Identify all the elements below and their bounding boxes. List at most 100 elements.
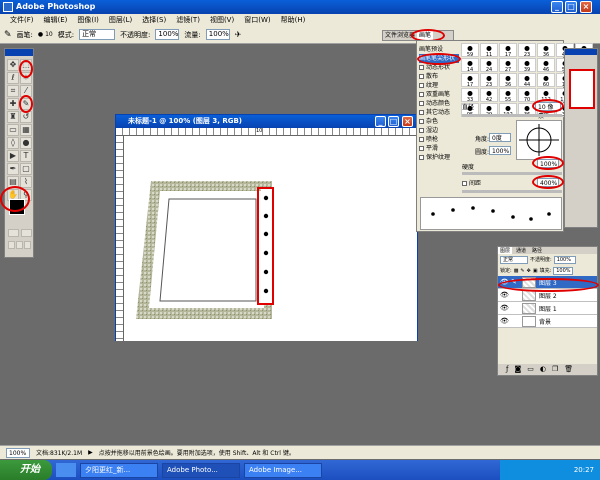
tab-paths[interactable]: 路径 — [530, 247, 544, 254]
brush-tip-cell[interactable]: 46 — [537, 58, 555, 73]
doc-minimize-button[interactable]: _ — [375, 116, 386, 127]
minimize-button[interactable]: _ — [551, 1, 563, 13]
checkbox-icon[interactable] — [419, 128, 424, 133]
layer-opacity-input[interactable]: 100% — [553, 255, 576, 264]
pen-tool-icon[interactable]: ✒ — [7, 163, 19, 175]
brush-tip-cell[interactable]: 44 — [518, 73, 536, 88]
brush-option-color-dynamics[interactable]: 动态颜色 — [419, 99, 459, 108]
zoom-input[interactable]: 100% — [6, 447, 30, 458]
tab-channels[interactable]: 通道 — [514, 247, 528, 254]
move-tool-icon[interactable]: ✥ — [7, 59, 19, 71]
blend-mode-select[interactable]: 正常 — [500, 255, 528, 264]
type-tool-icon[interactable]: T — [20, 150, 32, 162]
angle-preview[interactable] — [516, 120, 562, 160]
brush-tool-icon[interactable]: ✎ — [4, 30, 12, 40]
checkbox-icon[interactable] — [419, 83, 424, 88]
lasso-tool-icon[interactable]: ℓ — [7, 72, 19, 84]
doc-close-button[interactable]: × — [402, 116, 413, 127]
stamp-tool-icon[interactable]: ♜ — [7, 111, 19, 123]
layer-row[interactable]: 👁 图层 1 — [498, 302, 597, 315]
angle-input[interactable]: 0度 — [489, 133, 511, 142]
menu-filter[interactable]: 滤镜(T) — [176, 14, 200, 26]
menu-select[interactable]: 选择(S) — [142, 14, 166, 26]
brush-tip-cell[interactable]: 23 — [518, 43, 536, 58]
checkbox-icon[interactable] — [419, 74, 424, 79]
eye-icon[interactable]: 👁 — [500, 304, 509, 312]
canvas[interactable] — [124, 136, 417, 341]
path-select-icon[interactable]: ▶ — [7, 150, 19, 162]
doc-maximize-button[interactable]: □ — [388, 116, 399, 127]
close-button[interactable]: × — [580, 1, 592, 13]
color-swatch-preview[interactable] — [569, 69, 595, 109]
brush-tip-cell[interactable]: 17 — [499, 43, 517, 58]
brush-tip-cell[interactable]: 24 — [480, 58, 498, 73]
link-slot[interactable] — [511, 304, 519, 312]
brush-tip-cell[interactable]: 39 — [518, 58, 536, 73]
link-slot[interactable] — [511, 317, 519, 325]
gradient-tool-icon[interactable]: ▦ — [20, 124, 32, 136]
checkbox-icon[interactable] — [419, 65, 424, 70]
menu-view[interactable]: 视图(V) — [210, 14, 234, 26]
brush-tip-cell[interactable]: 42 — [480, 88, 498, 103]
brush-tip-cell[interactable]: 33 — [461, 88, 479, 103]
maximize-button[interactable]: □ — [565, 1, 577, 13]
opacity-input[interactable]: 100% — [155, 29, 180, 40]
brush-option-wet-edges[interactable]: 湿边 — [419, 126, 459, 135]
brush-tip-cell[interactable]: 36 — [537, 43, 555, 58]
checkbox-icon[interactable] — [419, 101, 424, 106]
checkbox-icon[interactable] — [419, 155, 424, 160]
lock-all-icon[interactable]: ▣ — [533, 268, 538, 274]
standard-mode-icon[interactable] — [8, 229, 19, 237]
blur-tool-icon[interactable]: ◊ — [7, 137, 19, 149]
fill-input[interactable]: 100% — [553, 266, 574, 275]
adjustment-layer-icon[interactable]: ◐ — [540, 364, 546, 375]
new-layer-icon[interactable]: ❐ — [552, 364, 558, 375]
layer-style-icon[interactable]: ƒ — [506, 364, 508, 375]
shape-tool-icon[interactable]: ▢ — [20, 163, 32, 175]
start-button[interactable]: 开始 — [0, 460, 52, 480]
brush-option-airbrush[interactable]: 喷枪 — [419, 135, 459, 144]
brush-option-dual-brush[interactable]: 双重画笔 — [419, 90, 459, 99]
brush-size-picker[interactable]: ● 10 — [38, 31, 53, 38]
mode-select[interactable]: 正常 — [79, 29, 116, 40]
quick-mask-icon[interactable] — [21, 229, 32, 237]
new-set-icon[interactable]: ▭ — [527, 364, 534, 375]
trash-icon[interactable]: 🗑 — [564, 364, 573, 375]
healing-brush-icon[interactable]: ✚ — [7, 98, 19, 110]
brush-option-smoothing[interactable]: 平滑 — [419, 144, 459, 153]
screen-mode-standard-icon[interactable] — [8, 241, 15, 249]
doc-info[interactable]: 文档:831K/2.1M — [36, 448, 82, 457]
brush-option-texture[interactable]: 纹理 — [419, 81, 459, 90]
layer-row[interactable]: 👁 背景 — [498, 315, 597, 328]
checkbox-icon[interactable] — [419, 137, 424, 142]
brush-tip-cell[interactable]: 17 — [461, 73, 479, 88]
menu-edit[interactable]: 编辑(E) — [44, 14, 68, 26]
airbrush-icon[interactable]: ✈ — [235, 30, 242, 39]
menu-layer[interactable]: 图层(L) — [109, 14, 132, 26]
lock-move-icon[interactable]: ✥ — [527, 268, 531, 274]
checkbox-icon[interactable] — [419, 110, 424, 115]
brush-tip-cell[interactable]: 70 — [518, 88, 536, 103]
brush-option-other-dynamics[interactable]: 其它动态 — [419, 108, 459, 117]
brush-tip-cell[interactable]: 14 — [461, 58, 479, 73]
flow-input[interactable]: 100% — [205, 29, 230, 40]
task-button[interactable]: 夕阳更红_新... — [80, 462, 158, 478]
eraser-tool-icon[interactable]: ▭ — [7, 124, 19, 136]
menu-file[interactable]: 文件(F) — [10, 14, 34, 26]
brush-tip-cell[interactable]: 27 — [499, 58, 517, 73]
diameter-slider[interactable] — [462, 114, 562, 117]
brush-tip-cell[interactable]: 55 — [499, 88, 517, 103]
lock-transparency-icon[interactable]: ▩ — [514, 268, 519, 274]
task-button[interactable]: Adobe Image... — [244, 462, 322, 478]
brush-tip-cell[interactable]: 23 — [480, 73, 498, 88]
spacing-slider[interactable] — [462, 190, 562, 193]
spacing-checkbox-icon[interactable] — [462, 181, 467, 186]
checkbox-icon[interactable] — [419, 92, 424, 97]
link-slot[interactable] — [511, 291, 519, 299]
menu-help[interactable]: 帮助(H) — [281, 14, 306, 26]
screen-mode-full-icon[interactable] — [24, 241, 31, 249]
tab-layers[interactable]: 图层 — [498, 247, 513, 254]
menu-window[interactable]: 窗口(W) — [244, 14, 270, 26]
brush-option-scattering[interactable]: 散布 — [419, 72, 459, 81]
menu-image[interactable]: 图像(I) — [77, 14, 99, 26]
